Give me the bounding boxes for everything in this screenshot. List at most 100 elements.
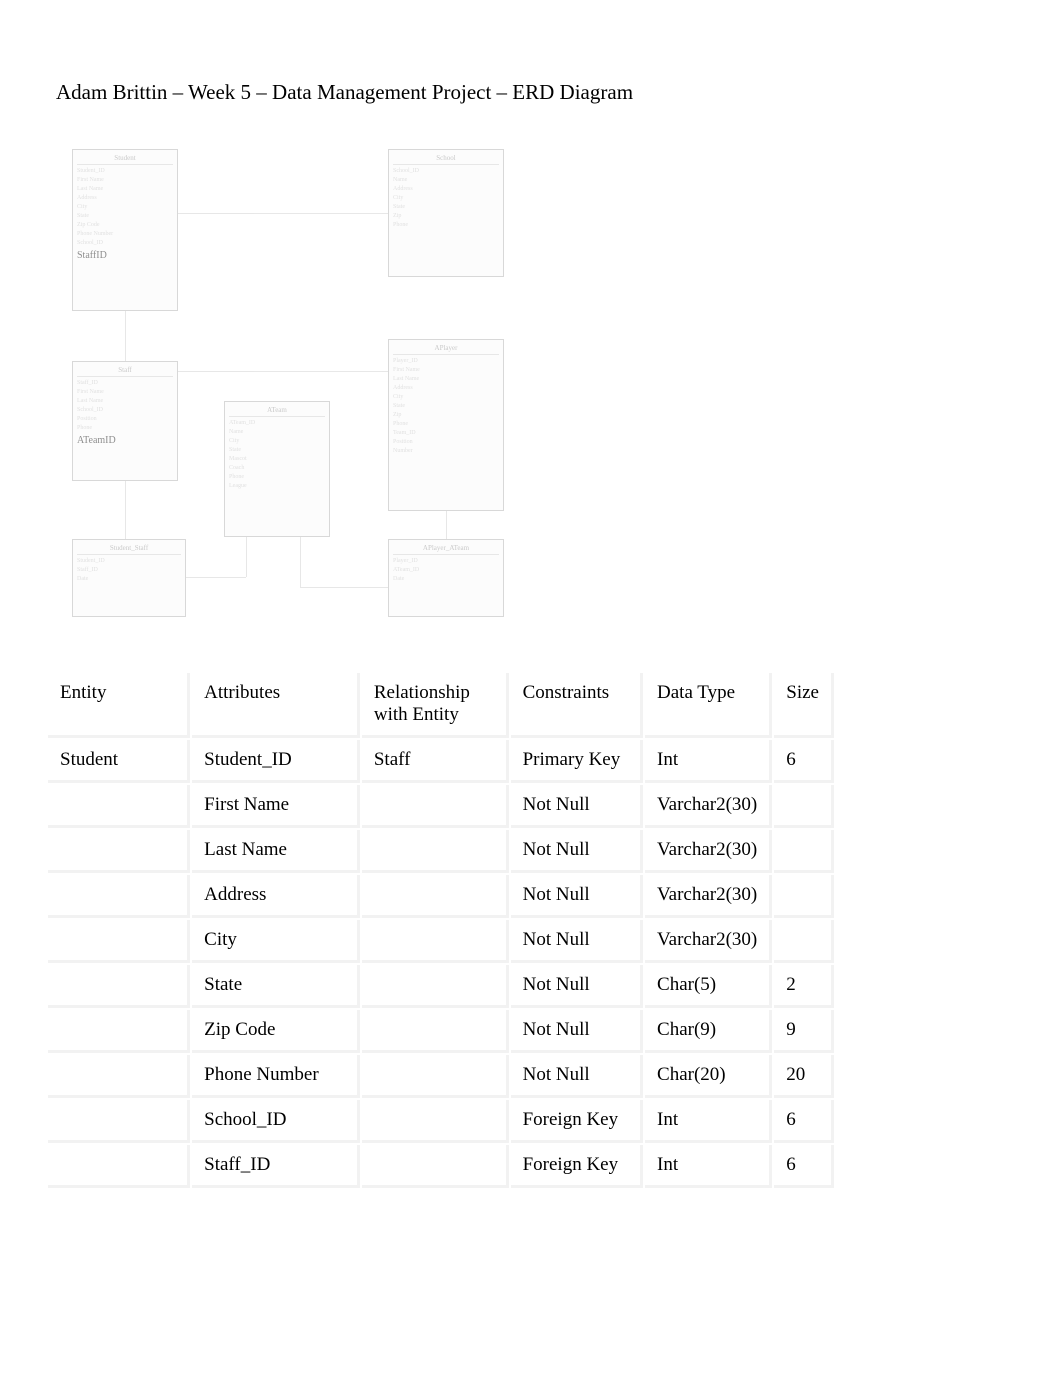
erd-attr: City (393, 393, 499, 402)
cell-constraint: Not Null (511, 1055, 643, 1098)
erd-attr: League (229, 482, 325, 491)
erd-attr: Name (393, 176, 499, 185)
cell-attribute: Zip Code (192, 1010, 360, 1053)
cell-size: 6 (774, 740, 834, 783)
erd-connector (300, 587, 388, 588)
cell-relationship (362, 875, 509, 918)
erd-attr: Date (77, 575, 181, 584)
erd-attr: Team_ID (393, 429, 499, 438)
cell-constraint: Not Null (511, 785, 643, 828)
erd-attr: First Name (393, 366, 499, 375)
cell-constraint: Not Null (511, 965, 643, 1008)
erd-attr: Address (77, 194, 173, 203)
cell-attribute: Last Name (192, 830, 360, 873)
cell-attribute: Phone Number (192, 1055, 360, 1098)
erd-attr: Student_ID (77, 557, 181, 566)
cell-size (774, 875, 834, 918)
erd-attr: Mascot (229, 455, 325, 464)
erd-connector (246, 537, 247, 577)
erd-attr: First Name (77, 388, 173, 397)
cell-constraint: Not Null (511, 920, 643, 963)
erd-attr: Last Name (77, 397, 173, 406)
erd-entity-header: Student_Staff (77, 543, 181, 555)
cell-entity (48, 965, 190, 1008)
cell-datatype: Varchar2(30) (645, 785, 772, 828)
cell-entity (48, 920, 190, 963)
cell-attribute: First Name (192, 785, 360, 828)
cell-entity (48, 1100, 190, 1143)
erd-attr: Last Name (77, 185, 173, 194)
cell-constraint: Not Null (511, 830, 643, 873)
cell-entity (48, 1010, 190, 1053)
erd-attr: Position (77, 415, 173, 424)
cell-attribute: Student_ID (192, 740, 360, 783)
erd-entity-staff: Staff Staff_ID First Name Last Name Scho… (72, 361, 178, 481)
erd-attr: Player_ID (393, 357, 499, 366)
cell-entity (48, 1145, 190, 1188)
erd-entity-header: APlayer_ATeam (393, 543, 499, 555)
cell-relationship (362, 965, 509, 1008)
cell-entity: Student (48, 740, 190, 783)
erd-entity-assoc-left: Student_Staff Student_ID Staff_ID Date (72, 539, 186, 617)
table-row: StudentStudent_IDStaffPrimary KeyInt6 (48, 740, 834, 783)
erd-diagram: Student Student_ID First Name Last Name … (70, 141, 570, 641)
cell-entity (48, 875, 190, 918)
erd-attr: City (393, 194, 499, 203)
table-row: Zip CodeNot NullChar(9)9 (48, 1010, 834, 1053)
cell-attribute: State (192, 965, 360, 1008)
erd-attr: ATeam_ID (393, 566, 499, 575)
erd-attr: Phone (77, 424, 173, 433)
cell-size: 20 (774, 1055, 834, 1098)
erd-attr-bold: StaffID (77, 248, 173, 263)
erd-attr: Address (393, 384, 499, 393)
cell-size: 6 (774, 1100, 834, 1143)
erd-attr: Phone (393, 420, 499, 429)
cell-relationship (362, 1010, 509, 1053)
erd-entity-header: ATeam (229, 405, 325, 417)
cell-relationship (362, 830, 509, 873)
erd-connector (186, 577, 246, 578)
erd-entity-header: Staff (77, 365, 173, 377)
erd-attr: Player_ID (393, 557, 499, 566)
cell-size (774, 920, 834, 963)
erd-attr: School_ID (77, 406, 173, 415)
erd-connector (125, 311, 126, 361)
cell-relationship: Staff (362, 740, 509, 783)
erd-attr: Last Name (393, 375, 499, 384)
cell-size: 9 (774, 1010, 834, 1053)
cell-datatype: Int (645, 740, 772, 783)
erd-attr: Phone (393, 221, 499, 230)
erd-attr: Zip (393, 411, 499, 420)
col-header-relationship: Relationship with Entity (362, 673, 509, 738)
table-row: StateNot NullChar(5)2 (48, 965, 834, 1008)
cell-entity (48, 830, 190, 873)
erd-entity-header: Student (77, 153, 173, 165)
cell-attribute: Address (192, 875, 360, 918)
cell-constraint: Not Null (511, 875, 643, 918)
cell-relationship (362, 1145, 509, 1188)
col-header-size: Size (774, 673, 834, 738)
table-row: CityNot NullVarchar2(30) (48, 920, 834, 963)
erd-attr: State (393, 402, 499, 411)
erd-attr: City (229, 437, 325, 446)
cell-datatype: Int (645, 1100, 772, 1143)
erd-connector (178, 371, 388, 372)
erd-connector (178, 213, 388, 214)
cell-size: 6 (774, 1145, 834, 1188)
cell-constraint: Foreign Key (511, 1100, 643, 1143)
table-row: Address Not NullVarchar2(30) (48, 875, 834, 918)
cell-datatype: Varchar2(30) (645, 920, 772, 963)
erd-entity-student: Student Student_ID First Name Last Name … (72, 149, 178, 311)
data-dictionary-table: Entity Attributes Relationship with Enti… (46, 671, 836, 1190)
cell-constraint: Primary Key (511, 740, 643, 783)
cell-datatype: Char(20) (645, 1055, 772, 1098)
table-row: First Name Not NullVarchar2(30) (48, 785, 834, 828)
erd-attr: State (229, 446, 325, 455)
erd-attr: Position (393, 438, 499, 447)
erd-attr: Number (393, 447, 499, 456)
erd-entity-header: School (393, 153, 499, 165)
cell-datatype: Varchar2(30) (645, 875, 772, 918)
erd-attr: State (77, 212, 173, 221)
erd-attr: Staff_ID (77, 566, 181, 575)
col-header-constraints: Constraints (511, 673, 643, 738)
